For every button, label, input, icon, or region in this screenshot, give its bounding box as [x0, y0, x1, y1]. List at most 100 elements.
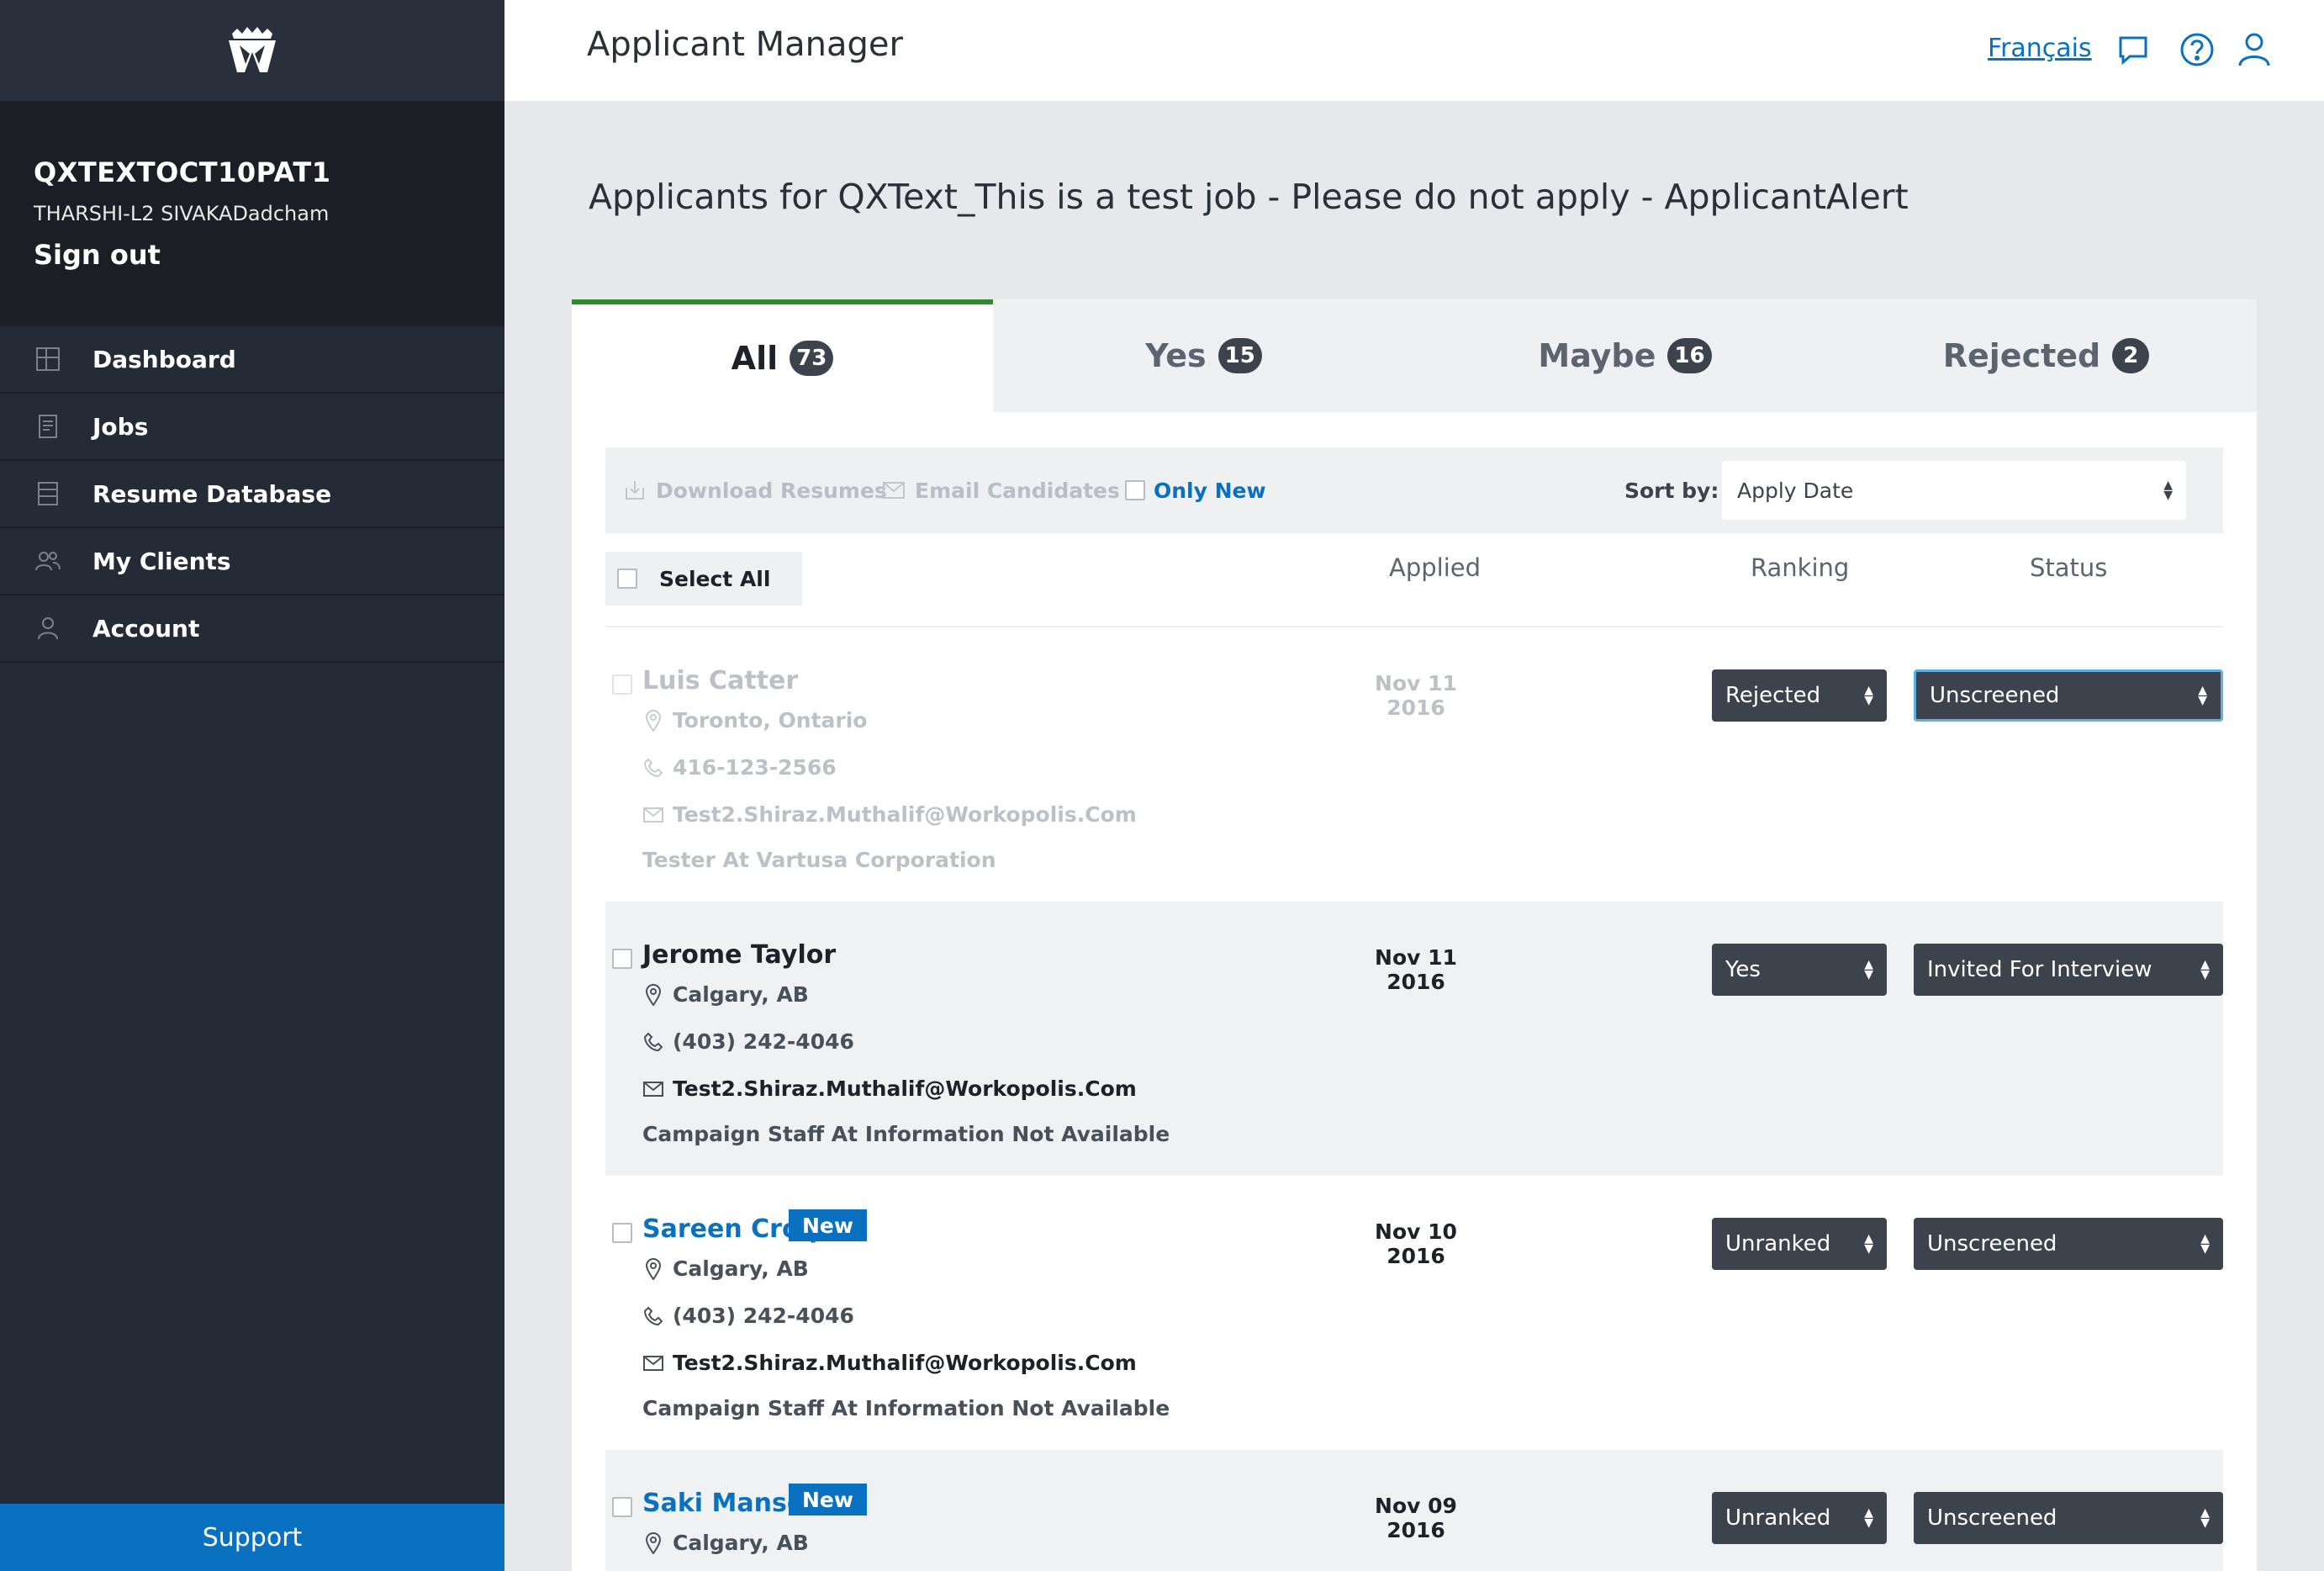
- email-text[interactable]: Test2.Shiraz.Muthalif@Workopolis.Com: [673, 1076, 1137, 1101]
- page-title: Applicant Manager: [587, 25, 903, 64]
- tab-rejected[interactable]: Rejected 2: [1835, 299, 2257, 412]
- ranking-value: Rejected: [1725, 683, 1821, 708]
- row-checkbox[interactable]: [612, 949, 632, 969]
- table-row: Luis Catter Toronto, Ontario 416-123-256…: [605, 627, 2223, 902]
- ranking-select[interactable]: Rejected ▲ ▼: [1712, 669, 1887, 722]
- location-pin-icon: [642, 1257, 664, 1280]
- sort-value: Apply Date: [1737, 478, 1854, 503]
- sidebar-item-jobs[interactable]: Jobs: [0, 394, 504, 461]
- status-select[interactable]: Invited For Interview ▲ ▼: [1914, 944, 2223, 996]
- clients-icon: [34, 547, 62, 575]
- applicant-phone: 416-123-2566: [642, 755, 837, 780]
- applicant-name[interactable]: Jerome Taylor: [642, 940, 836, 970]
- email-candidates-button[interactable]: Email Candidates: [883, 447, 1120, 533]
- new-badge: New: [789, 1209, 867, 1241]
- applicants-panel: Download Resumes Email Candidates Only N…: [572, 412, 2257, 1571]
- sidebar-item-label: My Clients: [92, 547, 231, 575]
- language-link[interactable]: Français: [1988, 34, 2092, 63]
- location-pin-icon: [642, 983, 664, 1006]
- support-button[interactable]: Support: [0, 1504, 504, 1571]
- status-value: Unscreened: [1930, 683, 2060, 708]
- user-box: QXTEXTOCT10PAT1 THARSHI-L2 SIVAKADadcham…: [0, 101, 504, 326]
- ranking-value: Unranked: [1725, 1505, 1831, 1531]
- workopolis-logo[interactable]: [225, 25, 279, 76]
- phone-text: (403) 242-4046: [673, 1029, 854, 1054]
- location-text: Calgary, AB: [673, 1531, 809, 1555]
- status-select[interactable]: Unscreened ▲ ▼: [1914, 1218, 2223, 1270]
- applicant-location: Toronto, Ontario: [642, 708, 867, 733]
- download-resumes-button[interactable]: Download Resumes: [624, 447, 887, 533]
- select-arrows-icon: ▲ ▼: [1864, 1232, 1873, 1256]
- row-checkbox[interactable]: [612, 674, 632, 695]
- select-arrows-icon: ▲ ▼: [1864, 958, 1873, 981]
- row-checkbox[interactable]: [612, 1223, 632, 1243]
- tab-maybe[interactable]: Maybe 16: [1414, 299, 1835, 412]
- sign-out-link[interactable]: Sign out: [34, 239, 161, 271]
- tab-all[interactable]: All 73: [572, 299, 993, 412]
- status-value: Unscreened: [1927, 1231, 2057, 1256]
- account-name: QXTEXTOCT10PAT1: [34, 156, 331, 188]
- select-all-label: Select All: [659, 566, 771, 591]
- toolbar: Download Resumes Email Candidates Only N…: [605, 447, 2223, 533]
- email-text[interactable]: Test2.Shiraz.Muthalif@Workopolis.Com: [673, 802, 1137, 827]
- new-badge: New: [789, 1484, 867, 1515]
- location-text: Toronto, Ontario: [673, 708, 868, 733]
- ranking-value: Yes: [1725, 957, 1761, 982]
- user-profile-icon[interactable]: [2235, 30, 2274, 69]
- location-text: Calgary, AB: [673, 982, 809, 1007]
- location-pin-icon: [642, 1531, 664, 1554]
- job-heading: Applicants for QXText_This is a test job…: [589, 177, 1909, 217]
- applicant-name[interactable]: Luis Catter: [642, 666, 798, 696]
- applicant-email: Test2.Shiraz.Muthalif@Workopolis.Com: [642, 1351, 1137, 1375]
- ranking-select[interactable]: Unranked ▲ ▼: [1712, 1218, 1887, 1270]
- select-arrows-icon: ▲ ▼: [2200, 1506, 2210, 1530]
- tab-count-badge: 15: [1217, 338, 1262, 373]
- email-candidates-label: Email Candidates: [915, 478, 1120, 503]
- email-icon: [642, 1355, 664, 1371]
- phone-icon: [642, 1306, 664, 1326]
- chat-icon[interactable]: [2114, 30, 2152, 69]
- email-icon: [642, 807, 664, 823]
- location-pin-icon: [642, 709, 664, 732]
- logo-bar: [0, 0, 504, 101]
- applicant-tabs: All 73 Yes 15 Maybe 16 Rejected 2: [572, 299, 2257, 412]
- applicant-email: Test2.Shiraz.Muthalif@Workopolis.Com: [642, 802, 1137, 827]
- ranking-select[interactable]: Yes ▲ ▼: [1712, 944, 1887, 996]
- sidebar-item-my-clients[interactable]: My Clients: [0, 528, 504, 595]
- sidebar-item-account[interactable]: Account: [0, 595, 504, 663]
- row-checkbox[interactable]: [612, 1497, 632, 1517]
- sidebar-item-dashboard[interactable]: Dashboard: [0, 326, 504, 394]
- select-arrows-icon: ▲ ▼: [2200, 958, 2210, 981]
- select-arrows-icon: ▲ ▼: [1864, 684, 1873, 707]
- only-new-filter[interactable]: Only New: [1125, 447, 1266, 533]
- applicant-job-title: Tester At Vartusa Corporation: [642, 848, 996, 872]
- tab-yes[interactable]: Yes 15: [993, 299, 1414, 412]
- help-icon[interactable]: [2178, 30, 2216, 69]
- tab-label: Yes: [1145, 337, 1207, 374]
- applicant-location: Calgary, AB: [642, 1256, 809, 1281]
- select-all-checkbox[interactable]: [617, 569, 637, 589]
- sidebar-item-resume-database[interactable]: Resume Database: [0, 461, 504, 528]
- ranking-select[interactable]: Unranked ▲ ▼: [1712, 1492, 1887, 1544]
- applicant-location: Calgary, AB: [642, 1531, 809, 1555]
- email-icon: [642, 1081, 664, 1097]
- column-ranking: Ranking: [1751, 553, 1850, 582]
- download-resumes-label: Download Resumes: [656, 478, 887, 503]
- select-all-button[interactable]: Select All: [605, 552, 802, 606]
- only-new-checkbox[interactable]: [1125, 480, 1145, 500]
- email-text[interactable]: Test2.Shiraz.Muthalif@Workopolis.Com: [673, 1351, 1137, 1375]
- select-arrows-icon: ▲ ▼: [1864, 1506, 1873, 1530]
- only-new-label: Only New: [1154, 478, 1266, 503]
- tab-label: Rejected: [1942, 337, 2101, 374]
- sidebar-item-label: Resume Database: [92, 479, 332, 508]
- sort-select[interactable]: Apply Date ▲ ▼: [1722, 461, 2186, 520]
- status-select[interactable]: Unscreened ▲ ▼: [1914, 1492, 2223, 1544]
- applied-date: Nov 11 2016: [1375, 945, 1457, 994]
- applicant-phone: (403) 242-4046: [642, 1029, 854, 1054]
- status-value: Unscreened: [1927, 1505, 2057, 1531]
- status-select[interactable]: Unscreened ▲ ▼: [1914, 669, 2223, 722]
- ranking-value: Unranked: [1725, 1231, 1831, 1256]
- jobs-icon: [34, 412, 62, 441]
- applicant-phone: (403) 242-4046: [642, 1304, 854, 1328]
- table-row: Sareen Croq New Calgary, AB (403) 242-40…: [605, 1176, 2223, 1450]
